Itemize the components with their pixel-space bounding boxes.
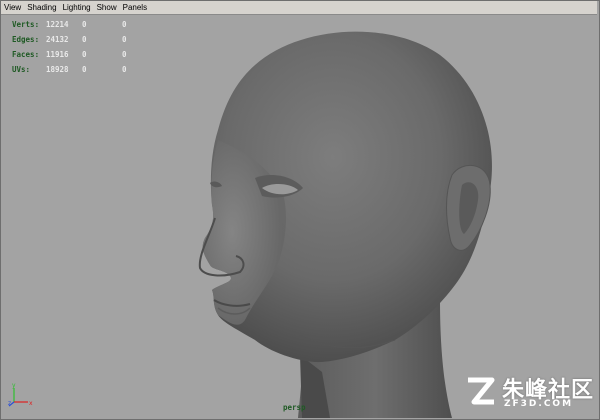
hud-row-verts: Verts: 12214 0 0 [12,17,142,32]
hud-value: 24132 [46,35,69,44]
watermark-subtitle: ZF3D.COM [504,399,574,409]
hud-row-uvs: UVs: 18928 0 0 [12,62,142,77]
axis-gizmo-icon: y x z [8,382,33,407]
site-watermark: 朱峰社区 ZF3D.COM [464,372,594,412]
hud-value: 12214 [46,20,69,29]
hud-value: 18928 [46,65,69,74]
hud-label: Faces: [12,50,40,59]
hud-uv: 0 [122,35,127,44]
hud-label: UVs: [12,65,31,74]
camera-name-label: persp [283,403,306,412]
zf3d-logo-icon [468,377,495,405]
axis-z-label: z [8,400,11,407]
hud-uv: 0 [122,20,127,29]
hud-selected: 0 [82,20,87,29]
hud-value: 11916 [46,50,69,59]
hud-label: Verts: [12,20,40,29]
poly-count-hud: Verts: 12214 0 0 Edges: 24132 0 0 Faces:… [12,17,142,77]
hud-uv: 0 [122,50,127,59]
hud-selected: 0 [82,35,87,44]
hud-uv: 0 [122,65,127,74]
hud-selected: 0 [82,50,87,59]
hud-selected: 0 [82,65,87,74]
axis-x-label: x [29,400,33,407]
hud-row-faces: Faces: 11916 0 0 [12,47,142,62]
hud-label: Edges: [12,35,40,44]
hud-row-edges: Edges: 24132 0 0 [12,32,142,47]
axis-y-label: y [12,382,16,389]
